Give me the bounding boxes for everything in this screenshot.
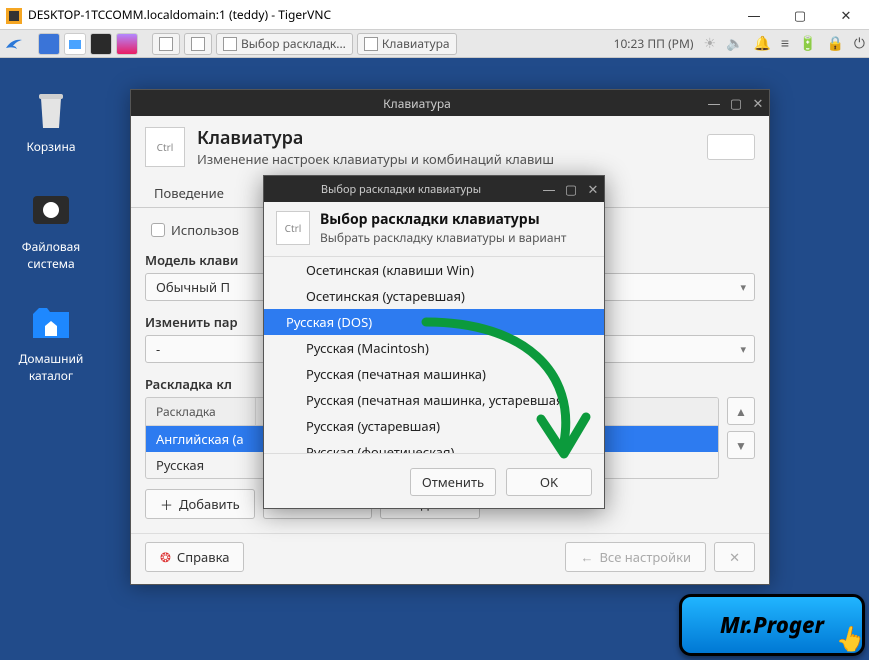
desktop-icon-label: Корзина	[6, 138, 96, 155]
window-minimize-button[interactable]: —	[703, 92, 725, 114]
network-icon[interactable]: ≡	[781, 34, 789, 53]
ok-button[interactable]: OK	[506, 468, 592, 496]
panel-tray: 10:23 ПП (PM) ☀ 🔈 🔔 ≡ 🔋 🔒 ⏻	[614, 34, 865, 53]
list-item[interactable]: Русская (Macintosh)	[264, 335, 604, 361]
help-button[interactable]: ❂Справка	[145, 542, 244, 572]
taskbar-window-2[interactable]	[184, 33, 212, 55]
taskbar-layout-dialog[interactable]: Выбор раскладк...	[216, 33, 353, 55]
lock-icon[interactable]: 🔒	[826, 34, 843, 53]
col-layout[interactable]: Раскладка	[146, 398, 256, 425]
list-item[interactable]: Русская (печатная машинка, устаревшая)	[264, 387, 604, 413]
dialog-subheading: Выбрать раскладку клавиатуры и вариант	[320, 229, 566, 246]
launcher-files-icon[interactable]	[64, 33, 86, 55]
dialog-titlebar[interactable]: Выбор раскладки клавиатуры — ▢ ✕	[264, 176, 604, 202]
host-title: DESKTOP-1TCCOMM.localdomain:1 (teddy) - …	[28, 6, 331, 23]
model-value: Обычный П	[156, 278, 230, 296]
window-titlebar[interactable]: Клавиатура — ▢ ✕	[131, 90, 769, 116]
maximize-button[interactable]: ▢	[777, 0, 823, 30]
cancel-button[interactable]: Отменить	[410, 468, 496, 496]
list-item[interactable]: Русская (устаревшая)	[264, 413, 604, 439]
desktop-trash[interactable]: Корзина	[6, 86, 96, 155]
desktop-icon-label: Домашний каталог	[6, 350, 96, 384]
watermark-text: Mr.Proger	[720, 610, 824, 640]
window-header: Ctrl Клавиатура Изменение настроек клави…	[131, 116, 769, 178]
dialog-title: Выбор раскладки клавиатуры	[264, 182, 538, 197]
use-system-label: Использов	[171, 221, 239, 239]
list-item[interactable]: Русская (DOS)	[264, 309, 604, 335]
window-icon	[159, 37, 173, 51]
plus-icon: ＋	[160, 495, 173, 514]
battery-icon[interactable]: 🔋	[799, 34, 816, 53]
close-button[interactable]: ✕	[823, 0, 869, 30]
search-input[interactable]	[707, 134, 755, 160]
kbd-settings-icon	[364, 37, 378, 51]
layout-list[interactable]: Осетинская (клавиши Win) Осетинская (уст…	[264, 256, 604, 454]
kbd-settings-icon	[223, 37, 237, 51]
launcher-terminal-icon[interactable]	[90, 33, 112, 55]
window-close-button[interactable]: ✕	[747, 92, 769, 114]
clock[interactable]: 10:23 ПП (PM)	[614, 35, 694, 52]
window-icon	[191, 37, 205, 51]
dialog-maximize-button[interactable]: ▢	[560, 178, 582, 200]
dialog-minimize-button[interactable]: —	[538, 178, 560, 200]
ctrl-key-icon: Ctrl	[145, 127, 185, 167]
desktop-filesystem[interactable]: Файловая система	[6, 186, 96, 272]
use-system-checkbox[interactable]	[151, 223, 165, 237]
dialog-close-button[interactable]: ✕	[582, 178, 604, 200]
desktop-icon-label: Файловая система	[6, 238, 96, 272]
layout-chooser-dialog: Выбор раскладки клавиатуры — ▢ ✕ Ctrl Вы…	[263, 175, 605, 509]
move-up-button[interactable]: ▲	[727, 397, 755, 425]
trash-icon	[27, 86, 75, 134]
tigervnc-icon	[6, 7, 22, 23]
desktop-home[interactable]: Домашний каталог	[6, 298, 96, 384]
change-value: -	[156, 340, 160, 358]
list-item[interactable]: Осетинская (устаревшая)	[264, 283, 604, 309]
launcher-app-icon[interactable]	[116, 33, 138, 55]
dialog-heading: Выбор раскладки клавиатуры	[320, 210, 566, 229]
window-close-footer-button[interactable]: ✕	[714, 542, 755, 572]
notifications-icon[interactable]: 🔔	[753, 34, 770, 53]
list-item[interactable]: Русская (печатная машинка)	[264, 361, 604, 387]
window-maximize-button[interactable]: ▢	[725, 92, 747, 114]
drive-icon	[27, 186, 75, 234]
window-heading: Клавиатура	[197, 126, 554, 150]
watermark-badge: Mr.Proger 👆	[679, 594, 865, 656]
taskbar-keyboard-window[interactable]: Клавиатура	[357, 33, 457, 55]
taskbar-label: Клавиатура	[382, 35, 450, 52]
lifebuoy-icon: ❂	[160, 548, 171, 566]
ctrl-key-icon: Ctrl	[276, 211, 310, 245]
move-down-button[interactable]: ▼	[727, 431, 755, 459]
window-subheading: Изменение настроек клавиатуры и комбинац…	[197, 150, 554, 168]
taskbar-window-1[interactable]	[152, 33, 180, 55]
volume-icon[interactable]: 🔈	[726, 34, 743, 53]
close-icon: ✕	[729, 548, 740, 566]
list-item[interactable]: Осетинская (клавиши Win)	[264, 257, 604, 283]
home-folder-icon	[27, 298, 75, 346]
tab-behavior[interactable]: Поведение	[139, 178, 239, 207]
back-icon: ←	[580, 548, 593, 566]
host-titlebar: DESKTOP-1TCCOMM.localdomain:1 (teddy) - …	[0, 0, 869, 30]
list-item[interactable]: Русская (фонетическая)	[264, 439, 604, 454]
all-settings-button[interactable]: ←Все настройки	[565, 542, 706, 572]
power-icon[interactable]: ⏻	[854, 34, 865, 53]
minimize-button[interactable]: —	[731, 0, 777, 30]
add-button[interactable]: ＋Добавить	[145, 489, 255, 519]
cursor-icon: 👆	[834, 622, 864, 655]
taskbar-label: Выбор раскладк...	[241, 35, 346, 52]
window-title: Клавиатура	[131, 95, 703, 112]
kali-menu-icon[interactable]	[4, 34, 24, 54]
brightness-icon[interactable]: ☀	[703, 34, 716, 53]
xfce-panel: Выбор раскладк... Клавиатура 10:23 ПП (P…	[0, 30, 869, 58]
launcher-desktop-icon[interactable]	[38, 33, 60, 55]
